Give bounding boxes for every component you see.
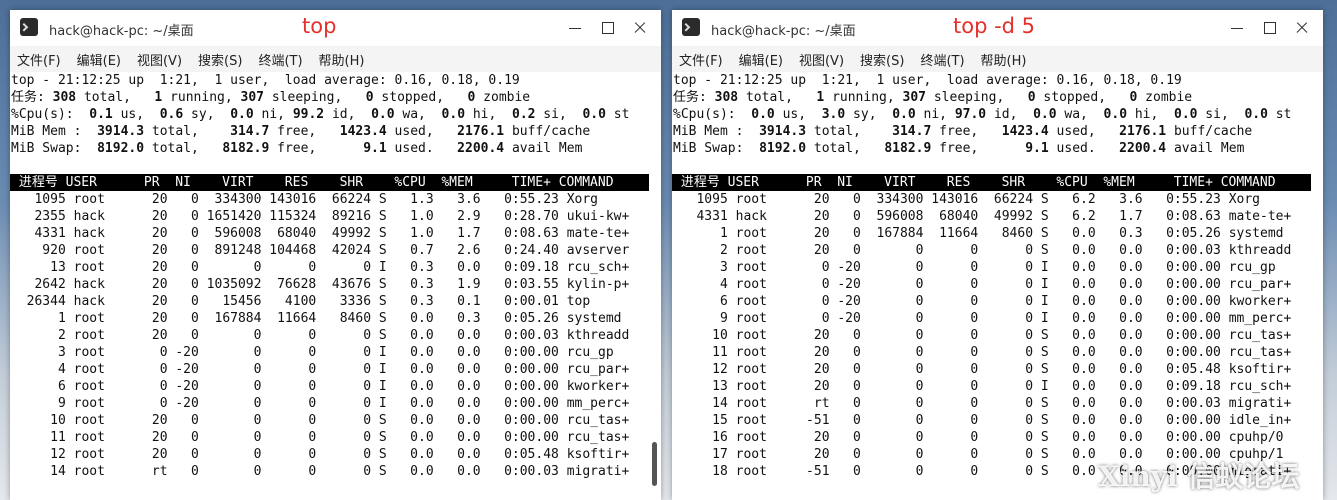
process-row: 1095 root 20 0 334300 143016 66224 S 6.2… [673, 192, 1260, 207]
scrollbar[interactable] [652, 442, 657, 486]
process-row: 26344 hack 20 0 15456 4100 3336 S 0.3 0.… [11, 294, 591, 309]
terminal-icon [20, 18, 38, 36]
summary-cpu: %Cpu(s): 0.0 us, 3.0 sy, 0.0 ni, 97.0 id… [673, 107, 1292, 122]
summary-uptime: top - 21:12:25 up 1:21, 1 user, load ave… [673, 73, 1182, 88]
menu-item[interactable]: 文件(F) [679, 50, 723, 69]
terminal-window-right[interactable]: hack@hack-pc: ~/桌面 top -d 5 文件(F) 编辑(E) 视图… [672, 10, 1323, 500]
menu-item[interactable]: 编辑(E) [77, 50, 121, 69]
process-row: 3 root 0 -20 0 0 0 I 0.0 0.0 0:00.00 rcu… [673, 260, 1276, 275]
process-row: 9 root 0 -20 0 0 0 I 0.0 0.0 0:00.00 mm_… [11, 396, 630, 411]
maximize-icon[interactable] [1260, 18, 1280, 38]
process-row: 9 root 0 -20 0 0 0 I 0.0 0.0 0:00.00 mm_… [673, 311, 1292, 326]
process-row: 12 root 20 0 0 0 0 S 0.0 0.0 0:05.48 kso… [11, 447, 630, 462]
minimize-icon[interactable] [1227, 18, 1247, 38]
menu-item[interactable]: 文件(F) [17, 50, 61, 69]
summary-swap: MiB Swap: 8192.0 total, 8182.9 free, 9.1… [11, 141, 583, 156]
terminal-window-left[interactable]: hack@hack-pc: ~/桌面 top 文件(F) 编辑(E) 视图(V) 搜索… [10, 10, 661, 500]
watermark: Xinyi 信蚁论坛 [1098, 460, 1300, 493]
process-row: 1095 root 20 0 334300 143016 66224 S 1.3… [11, 192, 598, 207]
process-row: 13 root 20 0 0 0 0 I 0.3 0.0 0:09.18 rcu… [11, 260, 630, 275]
process-row: 16 root 20 0 0 0 0 S 0.0 0.0 0:00.00 cpu… [673, 430, 1284, 445]
maximize-icon[interactable] [598, 18, 618, 38]
process-row: 11 root 20 0 0 0 0 S 0.0 0.0 0:00.00 rcu… [11, 430, 630, 445]
process-row: 4 root 0 -20 0 0 0 I 0.0 0.0 0:00.00 rcu… [673, 277, 1292, 292]
menu-item[interactable]: 搜索(S) [198, 50, 242, 69]
process-row: 12 root 20 0 0 0 0 S 0.0 0.0 0:05.48 kso… [673, 362, 1292, 377]
menu-item[interactable]: 帮助(H) [981, 50, 1027, 69]
process-row: 6 root 0 -20 0 0 0 I 0.0 0.0 0:00.00 kwo… [673, 294, 1292, 309]
process-row: 4331 hack 20 0 596008 68040 49992 S 1.0 … [11, 226, 630, 241]
summary-tasks: 任务: 308 total, 1 running, 307 sleeping, … [11, 90, 531, 105]
process-row: 10 root 20 0 0 0 0 S 0.0 0.0 0:00.00 rcu… [673, 328, 1292, 343]
process-row: 10 root 20 0 0 0 0 S 0.0 0.0 0:00.00 rcu… [11, 413, 630, 428]
summary-tasks: 任务: 308 total, 1 running, 307 sleeping, … [673, 90, 1193, 105]
annotation-label: top [302, 14, 337, 38]
process-row: 4331 hack 20 0 596008 68040 49992 S 6.2 … [673, 209, 1292, 224]
close-icon[interactable] [1292, 18, 1312, 38]
terminal-output[interactable]: top - 21:12:25 up 1:21, 1 user, load ave… [672, 72, 1323, 500]
summary-mem: MiB Mem : 3914.3 total, 314.7 free, 1423… [673, 124, 1253, 139]
window-title: hack@hack-pc: ~/桌面 [711, 24, 856, 39]
process-table-header: 进程号 USER PR NI VIRT RES SHR %CPU %MEM TI… [672, 174, 1311, 191]
close-icon[interactable] [630, 18, 650, 38]
menu-item[interactable]: 视图(V) [137, 50, 182, 69]
summary-cpu: %Cpu(s): 0.1 us, 0.6 sy, 0.0 ni, 99.2 id… [11, 107, 630, 122]
terminal-output[interactable]: top - 21:12:25 up 1:21, 1 user, load ave… [10, 72, 661, 500]
menu-item[interactable]: 搜索(S) [860, 50, 904, 69]
menu-bar: 文件(F) 编辑(E) 视图(V) 搜索(S) 终端(T) 帮助(H) [10, 46, 661, 72]
title-bar[interactable]: hack@hack-pc: ~/桌面 top -d 5 [672, 10, 1323, 46]
process-row: 2355 hack 20 0 1651420 115324 89216 S 1.… [11, 209, 630, 224]
process-row: 4 root 0 -20 0 0 0 I 0.0 0.0 0:00.00 rcu… [11, 362, 630, 377]
process-row: 2 root 20 0 0 0 0 S 0.0 0.0 0:00.03 kthr… [11, 328, 630, 343]
menu-item[interactable]: 终端(T) [920, 50, 964, 69]
process-table-header: 进程号 USER PR NI VIRT RES SHR %CPU %MEM TI… [10, 174, 649, 191]
process-row: 2642 hack 20 0 1035092 76628 43676 S 0.3… [11, 277, 630, 292]
process-row: 14 root rt 0 0 0 0 S 0.0 0.0 0:00.03 mig… [11, 464, 630, 479]
menu-item[interactable]: 帮助(H) [319, 50, 365, 69]
window-title: hack@hack-pc: ~/桌面 [49, 24, 194, 39]
summary-mem: MiB Mem : 3914.3 total, 314.7 free, 1423… [11, 124, 591, 139]
menu-bar: 文件(F) 编辑(E) 视图(V) 搜索(S) 终端(T) 帮助(H) [672, 46, 1323, 72]
process-row: 13 root 20 0 0 0 0 I 0.0 0.0 0:09.18 rcu… [673, 379, 1292, 394]
process-row: 2 root 20 0 0 0 0 S 0.0 0.0 0:00.03 kthr… [673, 243, 1292, 258]
menu-item[interactable]: 编辑(E) [739, 50, 783, 69]
process-row: 1 root 20 0 167884 11664 8460 S 0.0 0.3 … [11, 311, 622, 326]
process-row: 11 root 20 0 0 0 0 S 0.0 0.0 0:00.00 rcu… [673, 345, 1292, 360]
process-row: 3 root 0 -20 0 0 0 I 0.0 0.0 0:00.00 rcu… [11, 345, 614, 360]
title-bar[interactable]: hack@hack-pc: ~/桌面 top [10, 10, 661, 46]
terminal-icon [682, 18, 700, 36]
process-row: 14 root rt 0 0 0 0 S 0.0 0.0 0:00.03 mig… [673, 396, 1292, 411]
menu-item[interactable]: 视图(V) [799, 50, 844, 69]
summary-swap: MiB Swap: 8192.0 total, 8182.9 free, 9.1… [673, 141, 1245, 156]
process-row: 920 root 20 0 891248 104468 42024 S 0.7 … [11, 243, 630, 258]
process-row: 6 root 0 -20 0 0 0 I 0.0 0.0 0:00.00 kwo… [11, 379, 630, 394]
process-row: 1 root 20 0 167884 11664 8460 S 0.0 0.3 … [673, 226, 1284, 241]
menu-item[interactable]: 终端(T) [258, 50, 302, 69]
summary-uptime: top - 21:12:25 up 1:21, 1 user, load ave… [11, 73, 520, 88]
annotation-label: top -d 5 [953, 14, 1036, 38]
process-row: 15 root -51 0 0 0 0 S 0.0 0.0 0:00.00 id… [673, 413, 1292, 428]
minimize-icon[interactable] [565, 18, 585, 38]
